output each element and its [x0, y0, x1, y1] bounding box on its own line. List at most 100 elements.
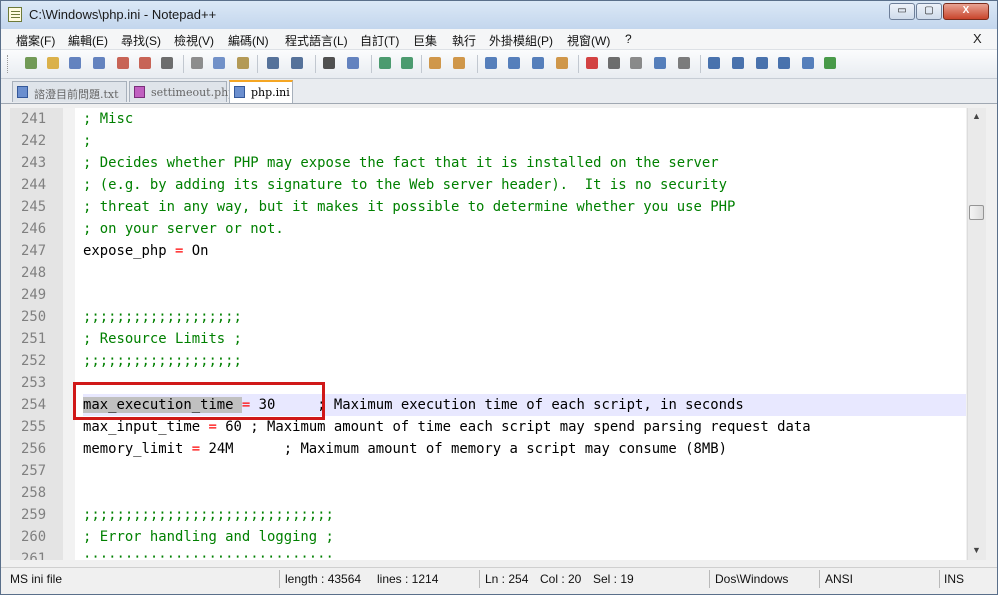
play-macro-icon[interactable] [628, 55, 644, 71]
redo-icon[interactable] [289, 55, 305, 71]
nav-last-icon[interactable] [776, 55, 792, 71]
close-icon[interactable] [115, 55, 131, 71]
save-macro-icon[interactable] [676, 55, 692, 71]
code-line[interactable] [83, 482, 966, 504]
nav-down-icon[interactable] [754, 55, 770, 71]
undo-icon[interactable] [265, 55, 281, 71]
scrollbar-thumb[interactable] [969, 205, 984, 220]
vertical-scrollbar[interactable]: ▲ ▼ [967, 108, 986, 560]
code-line[interactable]: expose_php = On [83, 240, 966, 262]
code-line[interactable]: ;;;;;;;;;;;;;;;;;;; [83, 306, 966, 328]
status-column: Col : 20 [540, 572, 582, 586]
line-number: 255 [21, 419, 47, 435]
menu-encoding[interactable]: 編碼(N) [228, 32, 269, 49]
status-divider [479, 570, 480, 588]
toolbar-separator [257, 55, 258, 73]
menu-file[interactable]: 檔案(F) [16, 32, 55, 49]
close-all-icon[interactable] [137, 55, 153, 71]
code-line[interactable]: ; Resource Limits ; [83, 328, 966, 350]
find-icon[interactable] [321, 55, 337, 71]
code-line[interactable]: memory_limit = 24M ; Maximum amount of m… [83, 438, 966, 460]
cut-icon[interactable] [189, 55, 205, 71]
menu-macro[interactable]: 巨集 [413, 32, 437, 49]
editor-area[interactable]: 241 242 243 244 245 246 247 248 249 250 251 252 253 2… [10, 108, 966, 560]
close-document-button[interactable]: X [973, 31, 982, 46]
status-line-number: Ln : 254 [485, 572, 529, 586]
copy-icon[interactable] [211, 55, 227, 71]
tab-txt-file[interactable]: 諮澄目前問題.txt [12, 81, 127, 102]
nav-first-icon[interactable] [706, 55, 722, 71]
save-icon[interactable] [67, 55, 83, 71]
code-line[interactable]: ;;;;;;;;;;;;;;;;;;;;;;;;;;;;;; [83, 504, 966, 526]
close-window-button[interactable]: X [943, 3, 989, 20]
menu-help[interactable]: ? [625, 32, 632, 46]
comment-text: ; threat in any way, but it makes it pos… [83, 199, 736, 215]
code-line[interactable]: ; on your server or not. [83, 218, 966, 240]
menu-settings[interactable]: 自訂(T) [360, 32, 399, 49]
fold-margin[interactable] [63, 108, 75, 560]
title-bar: C:\Windows\php.ini - Notepad++ ▭ ▢ X [1, 1, 997, 29]
show-all-chars-icon[interactable] [506, 55, 522, 71]
menu-window[interactable]: 視窗(W) [567, 32, 610, 49]
code-line[interactable]: ; (e.g. by adding its signature to the W… [83, 174, 966, 196]
menu-search[interactable]: 尋找(S) [121, 32, 161, 49]
tab-label: 諮澄目前問題.txt [34, 88, 119, 101]
tab-label: php.ini [251, 86, 290, 99]
code-line[interactable] [83, 262, 966, 284]
sync-vertical-icon[interactable] [427, 55, 443, 71]
zoom-out-icon[interactable] [399, 55, 415, 71]
stop-record-icon[interactable] [606, 55, 622, 71]
run-macro-multiple-icon[interactable] [652, 55, 668, 71]
indent-guide-icon[interactable] [530, 55, 546, 71]
zoom-in-icon[interactable] [377, 55, 393, 71]
menu-view[interactable]: 檢視(V) [174, 32, 214, 49]
code-token: memory_limit [83, 441, 192, 457]
status-insert-mode: INS [944, 572, 965, 586]
code-line[interactable]: ; [83, 130, 966, 152]
scroll-down-arrow-icon[interactable]: ▼ [972, 545, 981, 555]
paste-icon[interactable] [235, 55, 251, 71]
code-line[interactable] [83, 460, 966, 482]
menu-bar: 檔案(F) 編輯(E) 尋找(S) 檢視(V) 編碼(N) 程式語言(L) 自訂… [1, 29, 997, 50]
menu-run[interactable]: 執行 [452, 32, 476, 49]
record-macro-icon[interactable] [584, 55, 600, 71]
tab-php-ini[interactable]: php.ini [229, 80, 293, 103]
minimize-button[interactable]: ▭ [889, 3, 915, 20]
window-title: C:\Windows\php.ini - Notepad++ [29, 7, 217, 22]
tab-settimeout-php[interactable]: settimeout.php [129, 81, 235, 102]
code-line[interactable]: ;;;;;;;;;;;;;;;;;;; [83, 350, 966, 372]
menu-edit[interactable]: 編輯(E) [68, 32, 108, 49]
toolbar-separator [371, 55, 372, 73]
user-lang-icon[interactable] [554, 55, 570, 71]
code-line[interactable]: ; Misc [83, 108, 966, 130]
annotation-highlight-box [73, 382, 325, 420]
sync-horizontal-icon[interactable] [451, 55, 467, 71]
scroll-up-arrow-icon[interactable]: ▲ [972, 111, 981, 121]
status-bar: MS ini file length : 43564 lines : 1214 … [1, 567, 997, 590]
menu-language[interactable]: 程式語言(L) [285, 32, 348, 49]
save-all-icon[interactable] [91, 55, 107, 71]
floppy-disk-pink-icon [134, 86, 145, 98]
nav-up-icon[interactable] [730, 55, 746, 71]
code-token: On [183, 243, 209, 259]
tab-bar: 諮澄目前問題.txt settimeout.php php.ini [1, 79, 997, 104]
open-file-icon[interactable] [45, 55, 61, 71]
new-file-icon[interactable] [23, 55, 39, 71]
line-number: 242 [21, 133, 47, 149]
tick-icon[interactable] [822, 55, 838, 71]
word-wrap-icon[interactable] [483, 55, 499, 71]
code-line[interactable]: ; threat in any way, but it makes it pos… [83, 196, 966, 218]
code-line[interactable] [83, 284, 966, 306]
code-line[interactable]: ;;;;;;;;;;;;;;;;;;;;;;;;;;;;;; [83, 548, 966, 560]
code-token: expose_php [83, 243, 175, 259]
maximize-button[interactable]: ▢ [916, 3, 942, 20]
line-number: 253 [21, 375, 47, 391]
code-text[interactable]: ; Misc; ; Decides whether PHP may expose … [83, 108, 966, 560]
menu-plugins[interactable]: 外掛模組(P) [489, 32, 553, 49]
code-line[interactable]: ; Error handling and logging ; [83, 526, 966, 548]
code-line[interactable]: ; Decides whether PHP may expose the fac… [83, 152, 966, 174]
print-icon[interactable] [159, 55, 175, 71]
spell-check-icon[interactable] [800, 55, 816, 71]
replace-icon[interactable] [345, 55, 361, 71]
toolbar-grip[interactable] [7, 55, 11, 73]
